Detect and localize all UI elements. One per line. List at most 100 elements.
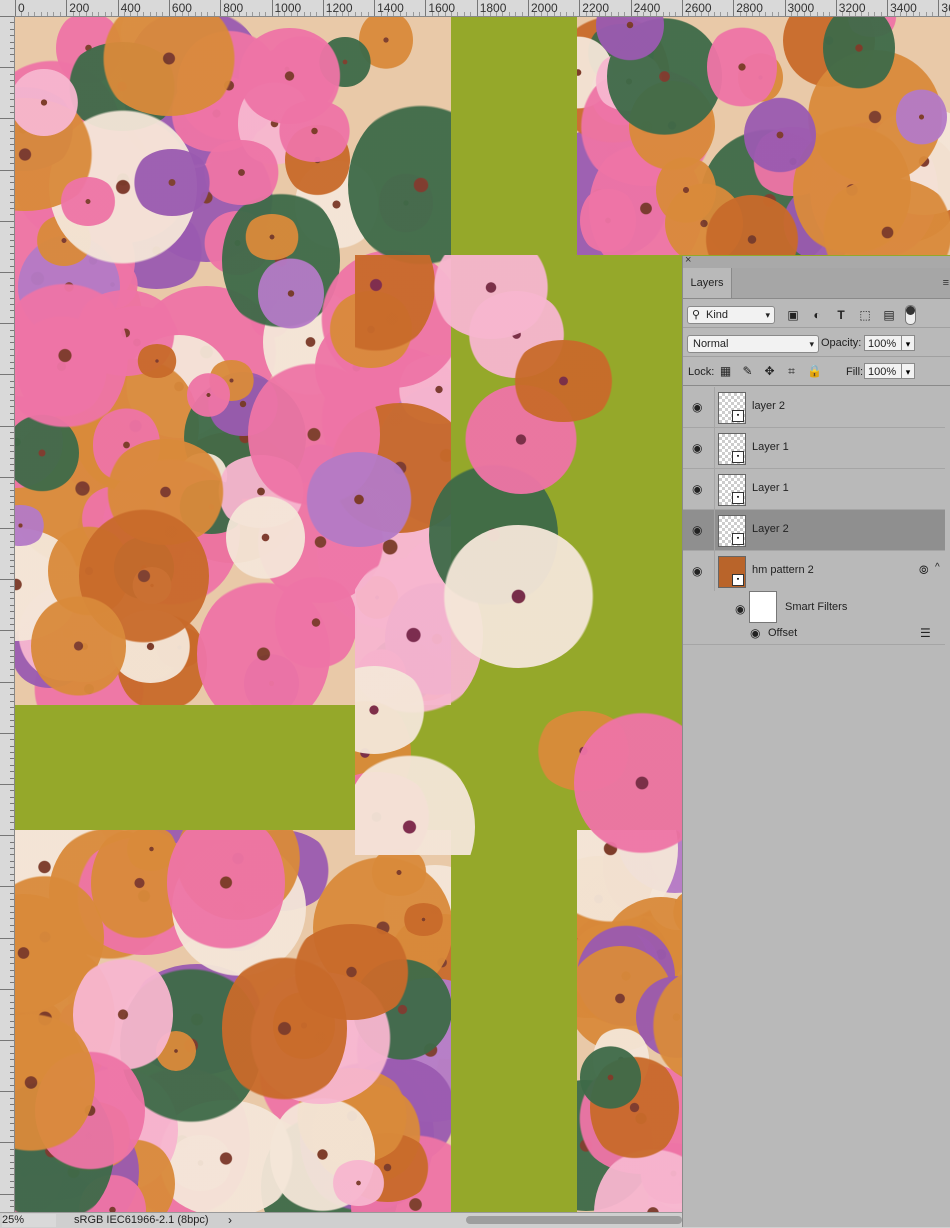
eye-icon[interactable]: ◉ <box>692 400 702 414</box>
status-menu-arrow[interactable]: › <box>228 1213 232 1227</box>
filter-pixel-icon[interactable]: ▣ <box>786 308 800 322</box>
filter-shape-icon[interactable]: ⬚ <box>858 308 872 322</box>
ruler-minor-tick <box>73 12 74 16</box>
search-icon: ⚲ <box>692 307 700 323</box>
layer-row[interactable]: ◉▪hm pattern 2⦾^ <box>683 551 945 591</box>
ruler-tick <box>10 362 14 363</box>
ruler-tick <box>10 150 14 151</box>
filter-type-icon[interactable]: T <box>834 308 848 322</box>
ruler-minor-tick <box>406 12 407 16</box>
divider <box>714 510 715 550</box>
ruler-tick <box>10 842 14 843</box>
divider <box>714 387 715 427</box>
opacity-dropdown-button[interactable]: ▾ <box>901 335 915 351</box>
eye-icon[interactable]: ◉ <box>735 602 745 616</box>
ruler-tick <box>10 982 14 983</box>
ruler-minor-tick <box>772 12 773 16</box>
close-icon[interactable]: × <box>685 254 691 266</box>
layer-row[interactable]: ◉▪Layer 2 <box>683 510 945 551</box>
filter-toggle[interactable] <box>905 305 916 325</box>
panel-title-bar[interactable]: × <box>683 256 950 268</box>
ruler-minor-tick <box>849 12 850 16</box>
ruler-tick <box>10 342 14 343</box>
ruler-tick <box>10 182 14 183</box>
horizontal-scrollbar[interactable] <box>466 1216 682 1224</box>
ruler-tick <box>0 221 14 222</box>
ruler-minor-tick <box>483 12 484 16</box>
ruler-tick <box>10 1002 14 1003</box>
ruler-minor-tick <box>92 12 93 16</box>
smart-filter-icon[interactable]: ⦾ <box>919 563 929 578</box>
ruler-tick <box>0 630 14 631</box>
ruler-tick <box>0 170 14 171</box>
ruler-tick <box>10 746 14 747</box>
ruler-tick <box>10 918 14 919</box>
ruler-tick <box>10 112 14 113</box>
lock-artboard-icon[interactable]: ⌗ <box>785 365 798 378</box>
filter-adjustment-icon[interactable]: ◐ <box>810 308 824 322</box>
ruler-tick <box>10 829 14 830</box>
ruler-minor-tick <box>252 12 253 16</box>
eye-icon[interactable]: ◉ <box>692 441 702 455</box>
smart-filters-row[interactable]: ◉Smart Filters <box>683 592 945 624</box>
filter-kind-select[interactable]: ⚲ Kind ▾ <box>687 306 775 324</box>
ruler-minor-tick <box>445 12 446 16</box>
ruler-tick <box>10 1149 14 1150</box>
lock-all-icon[interactable]: 🔒 <box>807 365 820 378</box>
ruler-minor-tick <box>130 12 131 16</box>
lock-transparent-icon[interactable]: ▦ <box>719 365 732 378</box>
eye-icon[interactable]: ◉ <box>692 523 702 537</box>
layer-thumbnail: ▪ <box>718 474 746 506</box>
eye-icon[interactable]: ◉ <box>692 564 702 578</box>
ruler-tick <box>10 816 14 817</box>
zoom-level[interactable]: 25% <box>2 1214 56 1227</box>
ruler-minor-tick <box>945 12 946 16</box>
ruler-minor-tick <box>336 12 337 16</box>
layer-row[interactable]: ◉▪Layer 1 <box>683 469 945 510</box>
ruler-tick <box>10 1034 14 1035</box>
ruler-minor-tick <box>34 12 35 16</box>
tab-layers[interactable]: Layers <box>683 268 732 298</box>
filter-smart-object-icon[interactable]: ▤ <box>882 308 896 322</box>
panel-menu-icon[interactable]: ≡ <box>943 277 949 289</box>
pattern-tile-top-right <box>577 17 950 255</box>
fill-field[interactable]: 100% <box>864 363 902 379</box>
ruler-minor-tick <box>778 12 779 16</box>
ruler-tick: 1000 <box>272 0 273 16</box>
ruler-tick <box>10 1136 14 1137</box>
ruler-tick <box>10 208 14 209</box>
ruler-tick <box>10 234 14 235</box>
eye-icon[interactable]: ◉ <box>750 626 760 640</box>
document-info: sRGB IEC61966-2.1 (8bpc) <box>74 1214 209 1226</box>
opacity-field[interactable]: 100% <box>864 335 902 351</box>
ruler-tick <box>10 880 14 881</box>
flower-blob <box>442 525 596 668</box>
lock-paint-icon[interactable]: ✎ <box>741 365 754 378</box>
ruler-tick <box>10 566 14 567</box>
fill-dropdown-button[interactable]: ▾ <box>901 363 915 379</box>
layer-row[interactable]: ◉▪Layer 1 <box>683 428 945 469</box>
filter-offset-row[interactable]: ◉Offset☰ <box>683 624 945 645</box>
filter-options-icon[interactable]: ☰ <box>920 626 931 640</box>
ruler-minor-tick <box>650 12 651 16</box>
eye-icon[interactable]: ◉ <box>692 482 702 496</box>
ruler-tick <box>10 400 14 401</box>
ruler-tick: 2200 <box>579 0 580 16</box>
filter-mask-thumbnail[interactable] <box>749 591 777 623</box>
ruler-tick <box>10 1098 14 1099</box>
layer-thumbnail: ▪ <box>718 433 746 465</box>
chevron-up-icon[interactable]: ^ <box>935 562 940 573</box>
ruler-tick <box>10 458 14 459</box>
blend-mode-select[interactable]: Normal ▾ <box>687 335 819 353</box>
ruler-minor-tick <box>188 12 189 16</box>
ruler-minor-tick <box>810 12 811 16</box>
ruler-tick <box>10 1110 14 1111</box>
ruler-tick <box>10 125 14 126</box>
lock-position-icon[interactable]: ✥ <box>763 365 776 378</box>
ruler-minor-tick <box>432 12 433 16</box>
ruler-tick <box>10 906 14 907</box>
ruler-minor-tick <box>637 12 638 16</box>
ruler-tick <box>10 1046 14 1047</box>
layer-row[interactable]: ◉▪layer 2 <box>683 387 945 428</box>
ruler-minor-tick <box>727 12 728 16</box>
